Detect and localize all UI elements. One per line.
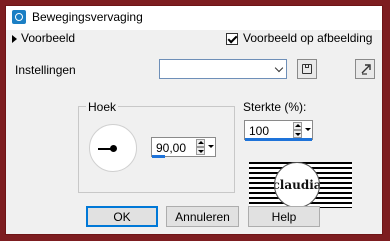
save-icon (302, 64, 312, 74)
spin-down-icon[interactable] (293, 130, 302, 138)
settings-dropdown[interactable] (159, 59, 287, 79)
reset-icon (361, 64, 371, 75)
help-button-label: Help (271, 209, 297, 224)
window-title: Bewegingsvervaging (32, 10, 143, 24)
settings-label: Instellingen (15, 63, 76, 77)
angle-dial-center (110, 145, 117, 152)
angle-group-label: Hoek (86, 100, 119, 114)
cancel-button-label: Annuleren (175, 209, 230, 224)
chevron-down-icon[interactable] (272, 60, 286, 78)
preview-toggle-label[interactable]: Voorbeeld (21, 31, 75, 45)
strength-value: 100 (249, 124, 270, 138)
cancel-button[interactable]: Annuleren (166, 206, 239, 227)
angle-spinner[interactable] (196, 139, 205, 155)
strength-value-indicator (245, 138, 312, 141)
preview-on-image-label[interactable]: Voorbeeld op afbeelding (243, 31, 372, 45)
strength-input[interactable]: 100 (244, 120, 313, 140)
preview-on-image-checkbox[interactable] (226, 33, 238, 45)
preview-image: claudia (249, 162, 352, 208)
strength-label: Sterkte (%): (243, 100, 307, 114)
angle-input[interactable]: 90,00 (151, 137, 216, 157)
ok-button[interactable]: OK (86, 206, 158, 227)
angle-value: 90,00 (156, 141, 187, 155)
expand-triangle-icon[interactable] (12, 35, 17, 43)
spin-up-icon[interactable] (293, 122, 302, 130)
angle-dial[interactable] (89, 124, 137, 172)
save-preset-button[interactable] (297, 59, 317, 79)
ok-button-label: OK (113, 209, 131, 224)
spin-down-icon[interactable] (196, 147, 205, 155)
dropdown-arrow-icon[interactable] (207, 139, 215, 155)
app-icon (12, 10, 26, 24)
strength-spinner[interactable] (293, 122, 302, 138)
watermark-stamp: claudia (274, 162, 320, 208)
spin-up-icon[interactable] (196, 139, 205, 147)
angle-value-indicator (152, 155, 165, 158)
watermark-text: claudia (274, 178, 320, 192)
title-bar: Bewegingsvervaging (6, 6, 382, 30)
reset-button[interactable] (355, 59, 375, 79)
dropdown-arrow-icon[interactable] (304, 122, 312, 138)
help-button[interactable]: Help (248, 206, 320, 227)
